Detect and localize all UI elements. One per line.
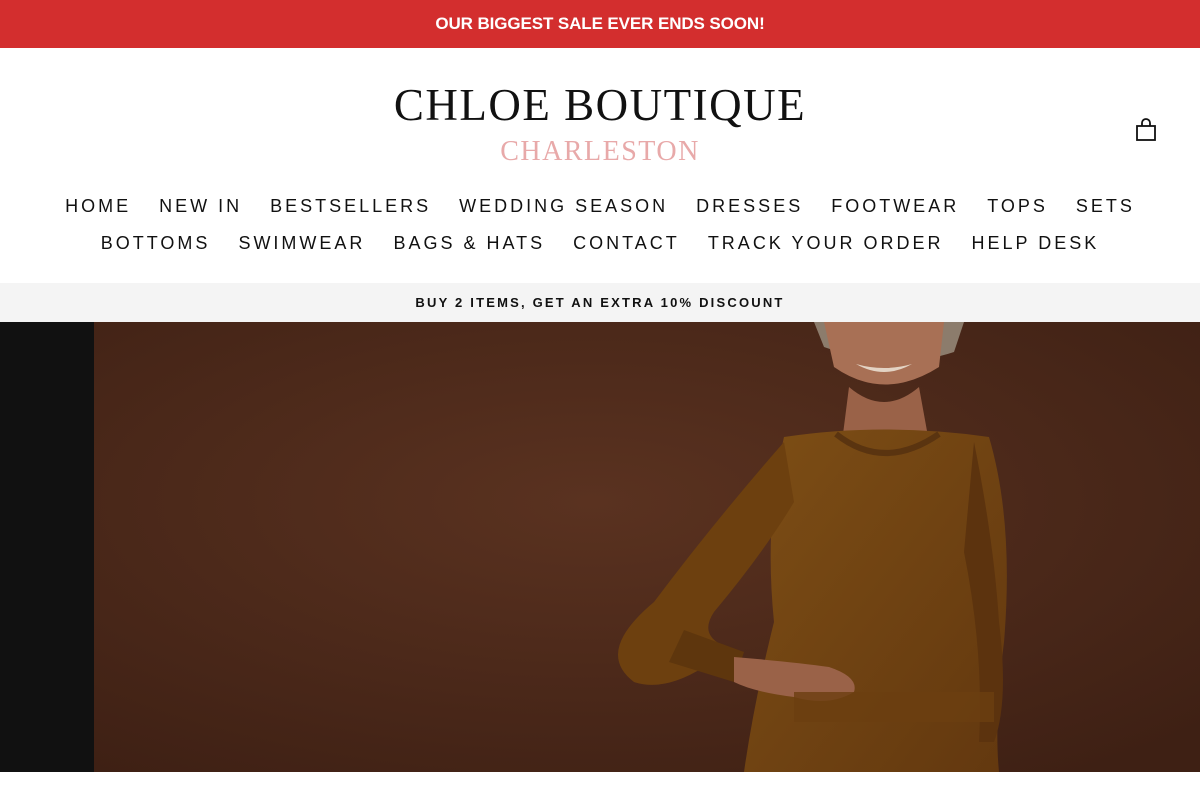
hero-image xyxy=(94,322,1200,772)
nav-home[interactable]: HOME xyxy=(65,195,131,217)
nav-footwear[interactable]: FOOTWEAR xyxy=(831,195,959,217)
announcement-text: OUR BIGGEST SALE EVER ENDS SOON! xyxy=(435,14,765,33)
nav-bestsellers[interactable]: BESTSELLERS xyxy=(270,195,431,217)
main-nav-row-1: HOME NEW IN BESTSELLERS WEDDING SEASON D… xyxy=(0,195,1200,217)
nav-track-your-order[interactable]: TRACK YOUR ORDER xyxy=(708,232,944,254)
nav-tops[interactable]: TOPS xyxy=(987,195,1048,217)
nav-bags-hats[interactable]: BAGS & HATS xyxy=(393,232,545,254)
site-header: CHLOE BOUTIQUE CHARLESTON HOME NEW IN BE… xyxy=(0,48,1200,283)
main-nav-row-2: BOTTOMS SWIMWEAR BAGS & HATS CONTACT TRA… xyxy=(0,232,1200,254)
logo[interactable]: CHLOE BOUTIQUE CHARLESTON xyxy=(380,80,820,170)
nav-wedding-season[interactable]: WEDDING SEASON xyxy=(459,195,668,217)
promo-text: BUY 2 ITEMS, GET AN EXTRA 10% DISCOUNT xyxy=(415,295,785,310)
page-bottom-spacer xyxy=(0,772,1200,800)
nav-sets[interactable]: SETS xyxy=(1076,195,1135,217)
nav-swimwear[interactable]: SWIMWEAR xyxy=(238,232,365,254)
hero-banner[interactable] xyxy=(0,322,1200,772)
logo-main-text: CHLOE BOUTIQUE xyxy=(393,80,807,130)
nav-dresses[interactable]: DRESSES xyxy=(696,195,803,217)
announcement-bar[interactable]: OUR BIGGEST SALE EVER ENDS SOON! xyxy=(0,0,1200,48)
nav-bottoms[interactable]: BOTTOMS xyxy=(101,232,211,254)
nav-contact[interactable]: CONTACT xyxy=(573,232,680,254)
shopping-bag-icon xyxy=(1136,118,1156,141)
nav-help-desk[interactable]: HELP DESK xyxy=(972,232,1100,254)
cart-button[interactable] xyxy=(1132,116,1160,144)
logo-sub-text: CHARLESTON xyxy=(500,136,700,167)
nav-new-in[interactable]: NEW IN xyxy=(159,195,242,217)
hero-left-strip xyxy=(0,322,94,772)
promo-bar[interactable]: BUY 2 ITEMS, GET AN EXTRA 10% DISCOUNT xyxy=(0,283,1200,322)
